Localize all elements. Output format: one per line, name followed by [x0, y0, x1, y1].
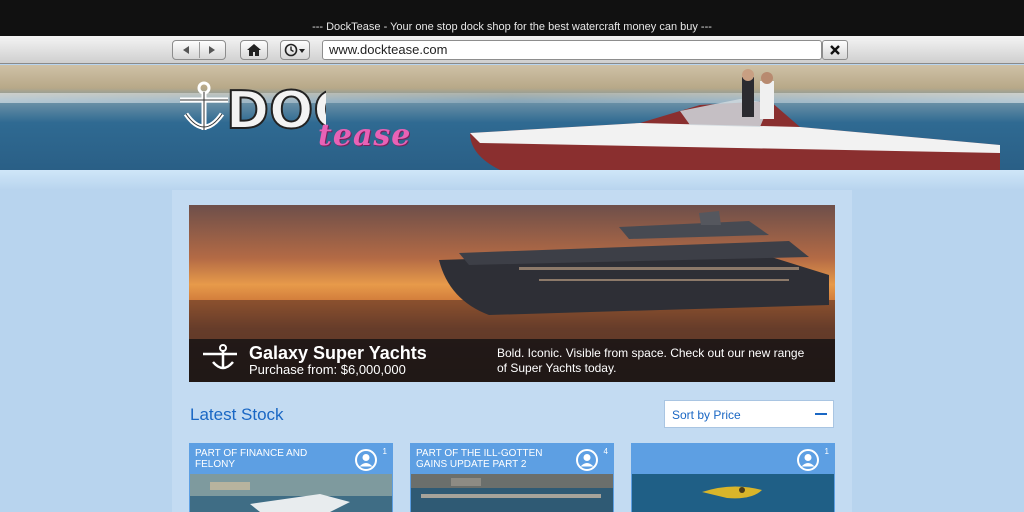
- forward-button[interactable]: [200, 41, 226, 59]
- collapse-dash-icon: [815, 413, 827, 415]
- featured-title: Galaxy Super Yachts: [249, 343, 427, 363]
- featured-description: Bold. Iconic. Visible from space. Check …: [497, 346, 805, 375]
- back-arrow-icon: [182, 46, 189, 54]
- back-button[interactable]: [173, 41, 199, 59]
- harbor-image: [411, 474, 613, 512]
- featured-price: Purchase from: $6,000,000: [249, 362, 406, 377]
- close-button[interactable]: [822, 40, 848, 60]
- back-forward-buttons: [172, 40, 226, 60]
- window-title: --- DockTease - Your one stop dock shop …: [312, 21, 712, 33]
- home-button[interactable]: [240, 40, 268, 60]
- anchor-icon: [203, 344, 237, 370]
- home-icon: [247, 44, 261, 56]
- history-clock-icon: [284, 43, 305, 57]
- user-avatar-icon: [355, 449, 377, 471]
- close-x-icon: [830, 45, 840, 55]
- sort-label: Sort by Price: [672, 408, 741, 422]
- speedboat-image: [470, 69, 1000, 170]
- user-avatar-icon: [797, 449, 819, 471]
- forward-arrow-icon: [209, 46, 216, 54]
- address-bar[interactable]: www.docktease.com: [322, 40, 822, 60]
- card-label: PART OF THE ILL-GOTTEN GAINS UPDATE PART…: [416, 448, 543, 470]
- card-count: 1: [824, 447, 829, 456]
- history-button[interactable]: [280, 40, 310, 60]
- docktease-logo: DOCK: [180, 80, 326, 138]
- card-count: 1: [382, 447, 387, 456]
- card-label: PART OF FINANCE AND FELONY: [195, 448, 308, 470]
- site-banner: [0, 65, 1024, 170]
- underwater-image: [632, 474, 834, 512]
- stock-card[interactable]: PART OF FINANCE AND FELONY 1: [189, 443, 393, 512]
- marina-boat-image: [190, 474, 392, 512]
- card-count: 4: [603, 447, 608, 456]
- logo-wordmark: DOCK: [226, 81, 326, 138]
- anchor-icon: [180, 81, 228, 130]
- banner-fade: [0, 170, 1024, 190]
- user-avatar-icon: [576, 449, 598, 471]
- logo-subtitle: tease: [318, 118, 412, 153]
- browser-title-bar: --- DockTease - Your one stop dock shop …: [0, 0, 1024, 36]
- stock-card[interactable]: 1: [631, 443, 835, 512]
- browser-toolbar: www.docktease.com: [0, 36, 1024, 64]
- sort-dropdown[interactable]: Sort by Price: [664, 400, 834, 428]
- stock-card[interactable]: PART OF THE ILL-GOTTEN GAINS UPDATE PART…: [410, 443, 614, 512]
- latest-stock-heading: Latest Stock: [190, 405, 284, 424]
